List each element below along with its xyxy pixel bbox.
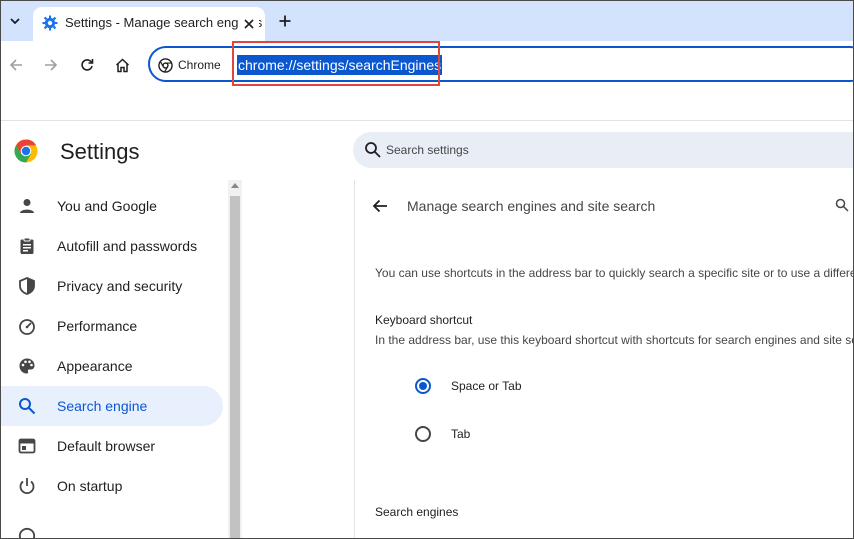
- sidebar-item-label: Default browser: [57, 438, 156, 454]
- gear-icon: [42, 15, 58, 31]
- sidebar-item-on-startup[interactable]: On startup: [1, 466, 223, 506]
- sidebar-item-label: Search engine: [57, 398, 148, 414]
- reload-icon: [81, 59, 94, 71]
- search-engines-title: Search engines: [375, 505, 459, 519]
- arrow-left-icon: [9, 59, 22, 71]
- chrome-logo: [14, 139, 38, 163]
- sidebar-item-label: Autofill and passwords: [57, 238, 198, 254]
- search-icon: [365, 142, 381, 158]
- chevron-down-icon: [10, 18, 20, 25]
- tab-title: Settings - Manage search engines: [65, 15, 263, 30]
- page-title: Settings: [60, 139, 140, 164]
- scroll-up-arrow[interactable]: [231, 183, 239, 188]
- speedometer-icon: [19, 319, 35, 335]
- sidebar-scrollbar[interactable]: [228, 180, 242, 538]
- radio-label-tab: Tab: [451, 427, 471, 441]
- forward-button[interactable]: [38, 52, 64, 78]
- back-button[interactable]: [3, 52, 29, 78]
- palette-icon: [19, 358, 35, 374]
- sidebar-item-label: You and Google: [57, 198, 157, 214]
- search-icon: [19, 398, 36, 415]
- radio-space-or-tab[interactable]: [415, 378, 431, 394]
- settings-header: Settings Search settings: [1, 122, 853, 180]
- radio-label-space-or-tab: Space or Tab: [451, 379, 522, 393]
- power-icon: [19, 478, 35, 495]
- sidebar-item-languages[interactable]: [1, 516, 223, 538]
- radio-tab[interactable]: [415, 426, 431, 442]
- settings-card: [354, 180, 853, 538]
- home-button[interactable]: [109, 52, 135, 78]
- sidebar-item-performance[interactable]: Performance: [1, 306, 223, 346]
- back-arrow-icon[interactable]: [371, 197, 389, 215]
- sidebar-item-label: Privacy and security: [57, 278, 183, 294]
- sidebar: You and Google Autofill and passwords Pr…: [1, 180, 228, 538]
- site-info-chip[interactable]: Chrome: [158, 53, 221, 77]
- tab-settings[interactable]: Settings - Manage search engines: [33, 7, 265, 41]
- tab-close-button[interactable]: [239, 14, 259, 34]
- sidebar-item-label: On startup: [57, 478, 123, 494]
- plus-icon: [279, 15, 291, 27]
- tab-search-button[interactable]: [4, 9, 26, 33]
- chip-label: Chrome: [178, 58, 221, 72]
- url-highlight-box: [232, 41, 440, 86]
- new-tab-button[interactable]: [274, 10, 296, 32]
- section-heading: Manage search engines and site search: [407, 198, 656, 214]
- sidebar-item-label: Performance: [57, 318, 138, 334]
- sidebar-item-label: Appearance: [57, 358, 133, 374]
- close-icon: [244, 19, 254, 29]
- search-icon[interactable]: [835, 198, 849, 212]
- search-placeholder: Search settings: [386, 143, 469, 157]
- section-description: You can use shortcuts in the address bar…: [375, 266, 853, 280]
- arrow-right-icon: [45, 59, 58, 71]
- reload-button[interactable]: [74, 52, 100, 78]
- sidebar-item-search-engine[interactable]: Search engine: [1, 386, 223, 426]
- browser-window: Settings - Manage search engines Chrome …: [0, 0, 854, 539]
- browser-window-icon: [18, 438, 36, 454]
- search-settings-input[interactable]: Search settings: [353, 132, 853, 168]
- shield-icon: [19, 277, 35, 295]
- keyboard-shortcut-title: Keyboard shortcut: [375, 313, 473, 327]
- sidebar-item-appearance[interactable]: Appearance: [1, 346, 223, 386]
- home-icon: [115, 57, 129, 72]
- chrome-logo-icon: [158, 57, 173, 73]
- tab-strip: Settings - Manage search engines: [1, 1, 853, 41]
- keyboard-shortcut-subtitle: In the address bar, use this keyboard sh…: [375, 333, 854, 347]
- sidebar-item-default-browser[interactable]: Default browser: [1, 426, 223, 466]
- sidebar-item-privacy[interactable]: Privacy and security: [1, 266, 223, 306]
- clipboard-icon: [20, 237, 34, 254]
- person-icon: [20, 199, 34, 213]
- globe-icon: [18, 527, 36, 538]
- scroll-thumb[interactable]: [230, 196, 240, 538]
- sidebar-item-you-and-google[interactable]: You and Google: [1, 186, 223, 226]
- sidebar-item-autofill[interactable]: Autofill and passwords: [1, 226, 223, 266]
